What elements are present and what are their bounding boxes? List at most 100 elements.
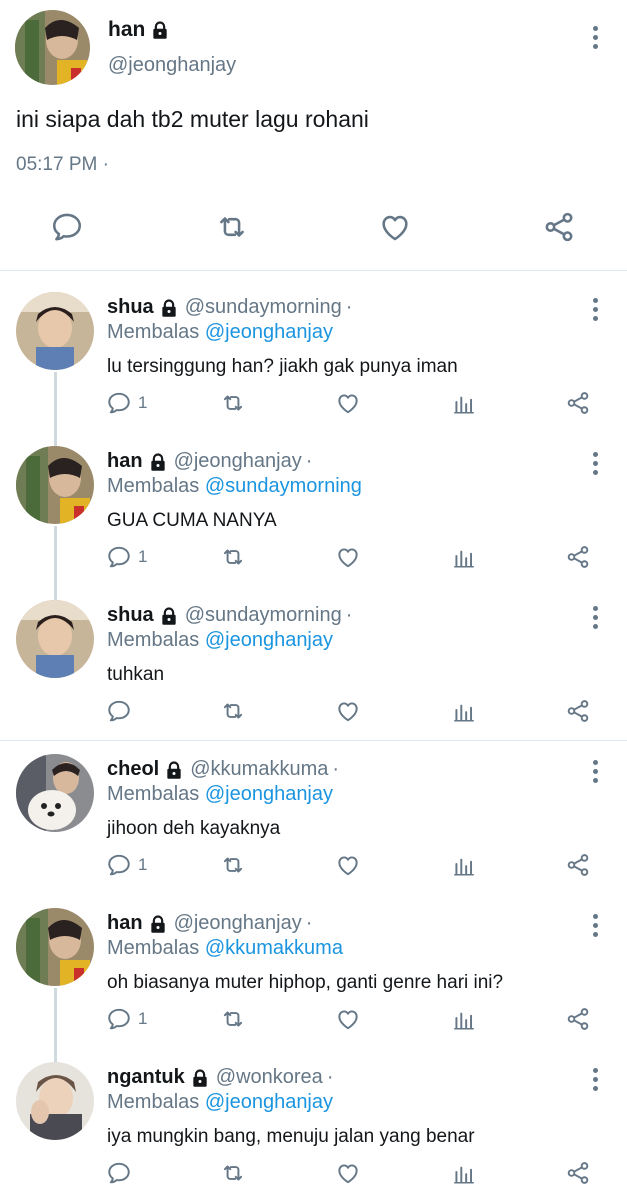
reply-icon [50, 210, 84, 244]
tweet-actions [0, 210, 627, 258]
reply-text: oh biasanya muter hiphop, ganti genre ha… [107, 972, 504, 993]
analytics-icon [451, 698, 477, 724]
avatar[interactable] [16, 754, 94, 832]
share-button[interactable] [565, 388, 591, 418]
retweet-icon [220, 852, 246, 878]
reply-icon [106, 852, 132, 878]
analytics-button[interactable] [451, 542, 477, 572]
avatar[interactable] [15, 10, 90, 85]
analytics-button[interactable] [451, 696, 477, 726]
analytics-icon [451, 544, 477, 570]
lock-icon [164, 760, 184, 780]
retweet-button[interactable] [220, 1004, 246, 1034]
avatar[interactable] [16, 600, 94, 678]
reply-tweet[interactable]: han @jeonghanjay · Membalas @sundaymorning… [0, 442, 627, 596]
reply-text: iya mungkin bang, menuju jalan yang bena… [107, 1126, 475, 1147]
reply-actions: 1 [0, 542, 627, 572]
share-button[interactable] [565, 542, 591, 572]
share-button[interactable] [565, 850, 591, 880]
replying-to: Membalas @kkumakkuma [107, 937, 343, 959]
like-button[interactable] [335, 388, 361, 418]
reply-header: han @jeonghanjay · [107, 450, 313, 472]
more-vertical-icon[interactable] [592, 26, 600, 53]
share-icon [565, 1006, 591, 1032]
avatar[interactable] [16, 446, 94, 524]
reply-tweet[interactable]: ngantuk @wonkorea · Membalas @jeonghanjay … [0, 1058, 627, 1200]
analytics-icon [451, 852, 477, 878]
analytics-button[interactable] [451, 850, 477, 880]
reply-button[interactable]: 1 [106, 850, 147, 880]
heart-icon [335, 852, 361, 878]
share-icon [565, 390, 591, 416]
reply-actions: 1 [0, 388, 627, 418]
retweet-button[interactable] [220, 696, 246, 726]
replying-to: Membalas @jeonghanjay [107, 629, 334, 651]
heart-icon [378, 210, 412, 244]
reply-button[interactable]: 1 [106, 1004, 147, 1034]
like-button[interactable] [335, 1158, 361, 1188]
avatar[interactable] [16, 1062, 94, 1140]
lock-icon [190, 1068, 210, 1088]
share-button[interactable] [565, 1158, 591, 1188]
analytics-icon [451, 1006, 477, 1032]
like-button[interactable] [335, 850, 361, 880]
more-vertical-icon[interactable] [592, 760, 600, 787]
reply-tweet[interactable]: han @jeonghanjay · Membalas @kkumakkuma oh… [0, 904, 627, 1058]
analytics-button[interactable] [451, 1158, 477, 1188]
share-button[interactable] [565, 696, 591, 726]
like-button[interactable] [335, 696, 361, 726]
divider [0, 270, 627, 271]
reply-text: GUA CUMA NANYA [107, 510, 277, 531]
retweet-button[interactable] [220, 542, 246, 572]
like-button[interactable] [378, 210, 412, 244]
main-tweet: han @jeonghanjay ini siapa dah tb2 muter… [0, 0, 627, 270]
reply-button[interactable] [106, 696, 138, 726]
retweet-icon [220, 698, 246, 724]
reply-header: cheol @kkumakkuma · [107, 758, 340, 780]
like-button[interactable] [335, 1004, 361, 1034]
lock-icon [159, 298, 179, 318]
reply-text: lu tersinggung han? jiakh gak punya iman [107, 356, 458, 377]
reply-button[interactable] [50, 210, 84, 244]
author-handle[interactable]: @jeonghanjay [108, 54, 236, 77]
reply-tweet[interactable]: shua @sundaymorning · Membalas @jeonghanja… [0, 596, 627, 750]
replying-to: Membalas @jeonghanjay [107, 1091, 334, 1113]
more-vertical-icon[interactable] [592, 452, 600, 479]
reply-icon [106, 1160, 132, 1186]
share-button[interactable] [565, 1004, 591, 1034]
reply-header: han @jeonghanjay · [107, 912, 313, 934]
retweet-button[interactable] [220, 850, 246, 880]
replying-to: Membalas @jeonghanjay [107, 783, 334, 805]
analytics-button[interactable] [451, 388, 477, 418]
tweet-time[interactable]: 05:17 PM · [16, 154, 109, 176]
author-name[interactable]: han [108, 18, 170, 42]
more-vertical-icon[interactable] [592, 914, 600, 941]
lock-icon [150, 20, 170, 40]
analytics-icon [451, 1160, 477, 1186]
more-vertical-icon[interactable] [592, 606, 600, 633]
reply-tweet[interactable]: cheol @kkumakkuma · Membalas @jeonghanjay … [0, 750, 627, 904]
share-button[interactable] [542, 210, 576, 244]
avatar[interactable] [16, 908, 94, 986]
reply-button[interactable]: 1 [106, 542, 147, 572]
more-vertical-icon[interactable] [592, 1068, 600, 1095]
tweet-text: ini siapa dah tb2 muter lagu rohani [16, 106, 369, 132]
like-button[interactable] [335, 542, 361, 572]
more-vertical-icon[interactable] [592, 298, 600, 325]
retweet-icon [220, 1006, 246, 1032]
avatar[interactable] [16, 292, 94, 370]
replying-to: Membalas @jeonghanjay [107, 321, 334, 343]
reply-text: tuhkan [107, 664, 165, 685]
retweet-button[interactable] [220, 388, 246, 418]
retweet-button[interactable] [215, 210, 249, 244]
retweet-button[interactable] [220, 1158, 246, 1188]
reply-header: ngantuk @wonkorea · [107, 1066, 334, 1088]
analytics-button[interactable] [451, 1004, 477, 1034]
reply-button[interactable]: 1 [106, 388, 147, 418]
share-icon [542, 210, 576, 244]
reply-tweet[interactable]: shua @sundaymorning · Membalas @jeonghanja… [0, 288, 627, 442]
heart-icon [335, 698, 361, 724]
lock-icon [159, 606, 179, 626]
reply-button[interactable] [106, 1158, 138, 1188]
reply-icon [106, 698, 132, 724]
